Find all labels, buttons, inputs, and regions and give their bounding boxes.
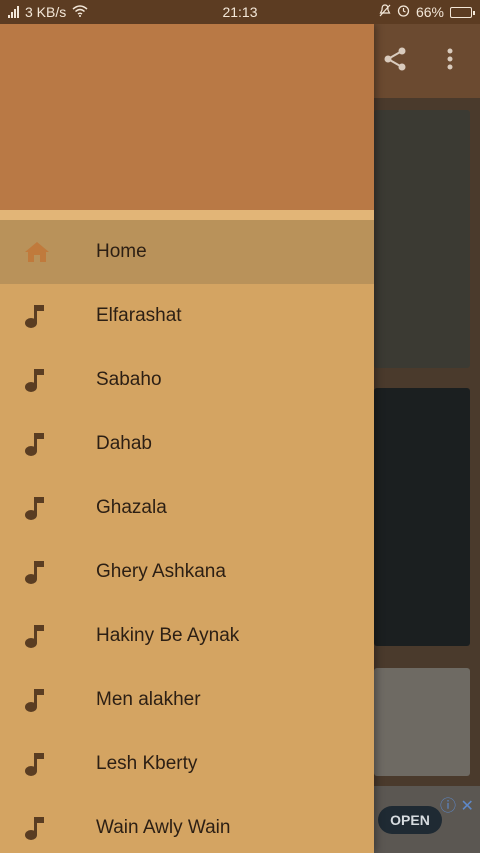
more-options-icon[interactable]	[444, 46, 456, 79]
battery-icon	[450, 6, 475, 18]
home-icon	[0, 240, 96, 264]
menu-item-label: Ghery Ashkana	[96, 561, 226, 582]
drawer-header-divider	[0, 210, 374, 220]
music-note-icon	[0, 302, 96, 330]
menu-item-home[interactable]: Home	[0, 220, 374, 284]
music-note-icon	[0, 686, 96, 714]
content-card	[374, 110, 470, 368]
music-note-icon	[0, 366, 96, 394]
music-note-icon	[0, 494, 96, 522]
menu-item-label: Home	[96, 241, 147, 262]
menu-item-wain-awly-wain[interactable]: Wain Awly Wain	[0, 796, 374, 853]
wifi-icon	[72, 4, 88, 20]
menu-item-label: Men alakher	[96, 689, 201, 710]
ad-open-button[interactable]: OPEN	[378, 806, 442, 834]
menu-item-men-alakher[interactable]: Men alakher	[0, 668, 374, 732]
menu-item-label: Sabaho	[96, 369, 162, 390]
drawer-menu: Home Elfarashat Sabaho Dahab Ghazala Ghe…	[0, 220, 374, 853]
music-note-icon	[0, 814, 96, 842]
menu-item-label: Elfarashat	[96, 305, 182, 326]
menu-item-label: Hakiny Be Aynak	[96, 625, 240, 646]
navigation-drawer: Home Elfarashat Sabaho Dahab Ghazala Ghe…	[0, 24, 374, 853]
menu-item-label: Wain Awly Wain	[96, 817, 231, 838]
content-card	[374, 388, 470, 646]
menu-item-ghazala[interactable]: Ghazala	[0, 476, 374, 540]
status-right: 66%	[379, 4, 475, 20]
status-left: 3 KB/s	[8, 4, 88, 20]
menu-item-sabaho[interactable]: Sabaho	[0, 348, 374, 412]
share-icon[interactable]	[382, 46, 408, 79]
menu-item-label: Ghazala	[96, 497, 167, 518]
menu-item-hakiny-be-aynak[interactable]: Hakiny Be Aynak	[0, 604, 374, 668]
music-note-icon	[0, 622, 96, 650]
signal-icon	[8, 6, 19, 18]
music-note-icon	[0, 558, 96, 586]
menu-item-label: Lesh Kberty	[96, 753, 198, 774]
music-note-icon	[0, 750, 96, 778]
menu-item-label: Dahab	[96, 433, 152, 454]
ad-info-icon[interactable]: ⓘ ✕	[440, 792, 474, 816]
battery-level: 66%	[415, 4, 444, 20]
bell-off-icon	[379, 4, 391, 20]
alarm-icon	[397, 4, 410, 20]
menu-item-ghery-ashkana[interactable]: Ghery Ashkana	[0, 540, 374, 604]
network-speed: 3 KB/s	[25, 4, 67, 20]
menu-item-lesh-kberty[interactable]: Lesh Kberty	[0, 732, 374, 796]
menu-item-dahab[interactable]: Dahab	[0, 412, 374, 476]
status-bar: 3 KB/s 21:13 66%	[0, 0, 480, 24]
drawer-header	[0, 24, 374, 210]
music-note-icon	[0, 430, 96, 458]
content-card	[374, 668, 470, 776]
menu-item-elfarashat[interactable]: Elfarashat	[0, 284, 374, 348]
